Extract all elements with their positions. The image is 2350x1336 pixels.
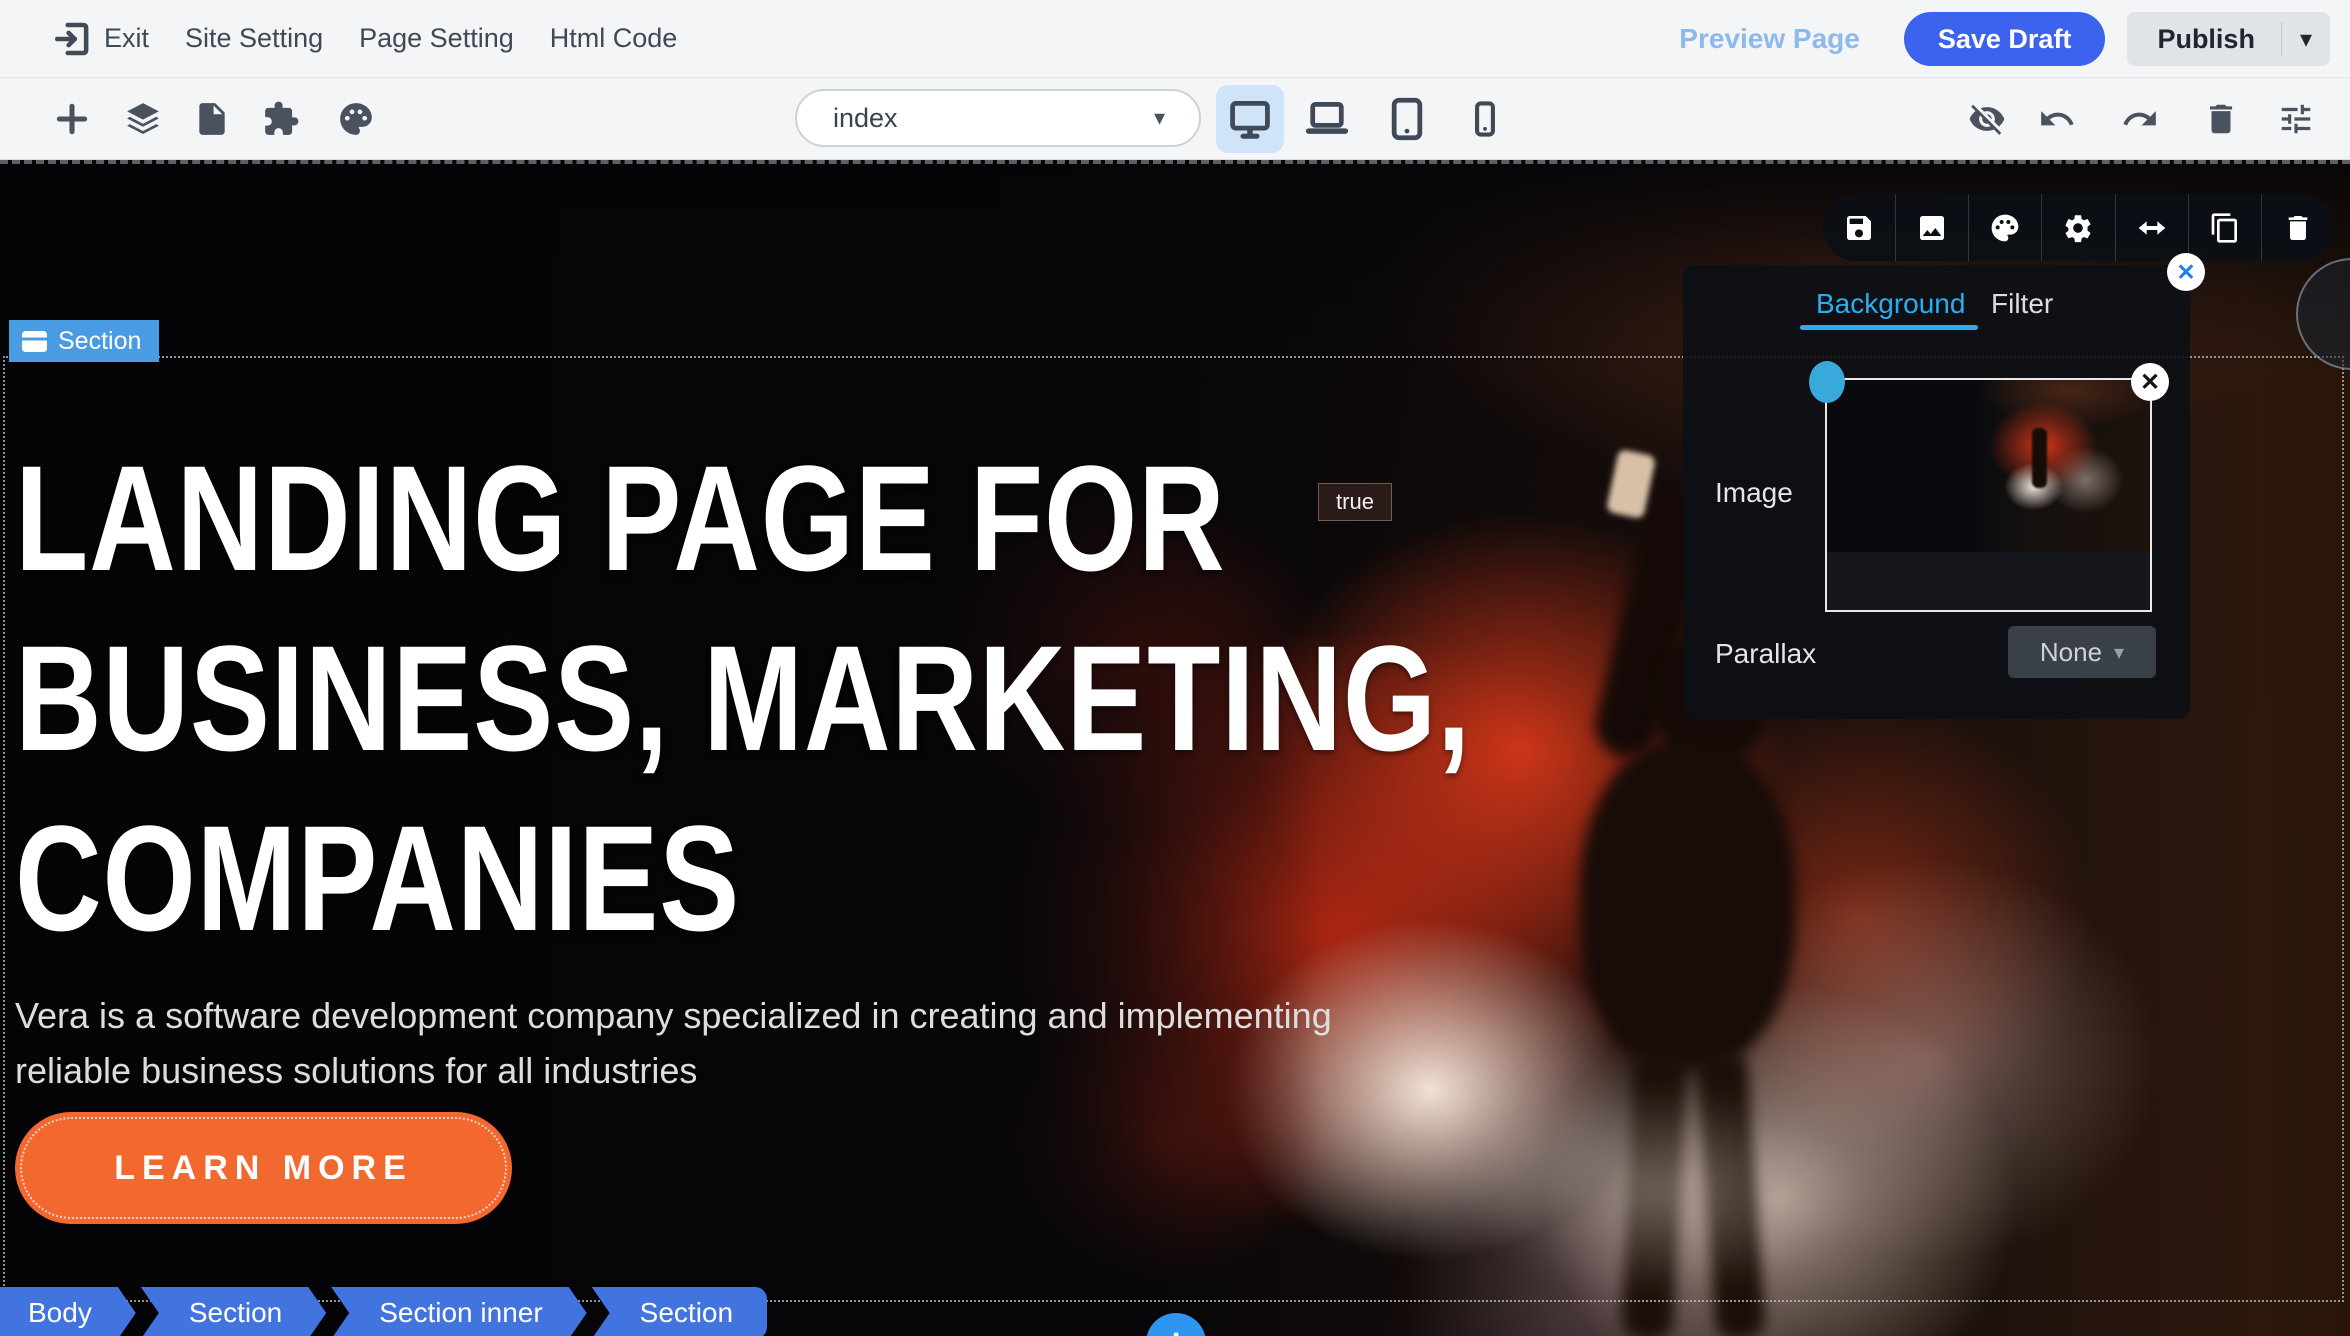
thumbnail-remove-button[interactable]: ✕ — [2131, 363, 2169, 401]
section-settings-button[interactable] — [2041, 194, 2114, 261]
save-icon — [1843, 212, 1875, 244]
palette-icon — [1989, 212, 2021, 244]
publish-caret-icon[interactable]: ▾ — [2282, 25, 2330, 54]
tooltip: true — [1318, 483, 1392, 521]
settings-sliders-icon[interactable] — [2277, 100, 2315, 138]
undo-icon[interactable] — [2038, 100, 2076, 138]
duplicate-button[interactable] — [2188, 194, 2261, 261]
delete-icon[interactable] — [2202, 100, 2240, 138]
device-tablet-button[interactable] — [1373, 85, 1441, 153]
top-toolbar: Exit Site Setting Page Setting Html Code… — [0, 0, 2350, 78]
section-badge-label: Section — [58, 327, 141, 356]
parallax-select[interactable]: None ▾ — [2008, 626, 2156, 678]
panel-close-button[interactable]: ✕ — [2167, 253, 2205, 291]
hero-description[interactable]: Vera is a software development company s… — [15, 988, 1485, 1098]
style-palette-button[interactable] — [1968, 194, 2041, 261]
thumbnail-preview — [1827, 380, 2150, 552]
save-block-button[interactable] — [1823, 194, 1895, 261]
hero-heading[interactable]: LANDING PAGE FOR BUSINESS, MARKETING, CO… — [15, 428, 1471, 968]
editor-toolbar: index ▾ — [0, 78, 2350, 160]
section-icon — [21, 330, 48, 353]
image-icon — [1916, 212, 1948, 244]
preview-page-link[interactable]: Preview Page — [1679, 23, 1860, 55]
layers-icon[interactable] — [124, 100, 162, 138]
caret-down-icon: ▾ — [1154, 105, 1165, 131]
image-label: Image — [1715, 477, 1793, 509]
resize-width-button[interactable] — [2115, 194, 2188, 261]
breadcrumb-item-section-2[interactable]: Section — [592, 1287, 767, 1336]
breadcrumb-item-section[interactable]: Section — [141, 1287, 326, 1336]
gear-icon — [2062, 212, 2094, 244]
trash-icon — [2282, 212, 2314, 244]
top-toolbar-right: Preview Page Save Draft Publish ▾ — [1679, 0, 2330, 78]
page-setting-button[interactable]: Page Setting — [359, 23, 514, 54]
background-image-thumbnail[interactable]: ✕ — [1825, 378, 2152, 612]
arrows-horizontal-icon — [2136, 212, 2168, 244]
section-badge[interactable]: Section — [9, 320, 159, 362]
copy-icon — [2209, 212, 2241, 244]
publish-button[interactable]: Publish — [2127, 24, 2281, 55]
background-panel: Background Filter Image ✕ Parallax None … — [1683, 265, 2190, 719]
figure-torso — [1580, 740, 1795, 1070]
breadcrumb-item-section-inner[interactable]: Section inner — [331, 1287, 586, 1336]
theme-palette-icon[interactable] — [337, 100, 375, 138]
delete-section-button[interactable] — [2261, 194, 2334, 261]
exit-button[interactable]: Exit — [104, 23, 149, 54]
editor-canvas: Section LANDING PAGE FOR BUSINESS, MARKE… — [0, 160, 2350, 1336]
remove-x-icon: ✕ — [2140, 368, 2160, 397]
learn-more-button[interactable]: LEARN MORE — [15, 1112, 512, 1224]
hidden-elements-eye-off-icon[interactable] — [1968, 100, 2006, 138]
body-outline-dash — [0, 160, 2350, 164]
redo-icon[interactable] — [2121, 100, 2159, 138]
plus-icon: + — [1164, 1321, 1187, 1336]
parallax-label: Parallax — [1715, 638, 1816, 670]
breadcrumb: Body Section Section inner Section — [0, 1287, 767, 1336]
parallax-value: None — [2040, 637, 2102, 668]
page-select-value: index — [833, 103, 898, 134]
tab-filter[interactable]: Filter — [1991, 288, 2053, 320]
exit-icon[interactable] — [52, 18, 94, 60]
device-mobile-button[interactable] — [1451, 85, 1519, 153]
page-icon[interactable] — [193, 100, 231, 138]
tab-background[interactable]: Background — [1816, 288, 1965, 320]
blocks-puzzle-icon[interactable] — [262, 100, 300, 138]
save-draft-button[interactable]: Save Draft — [1904, 12, 2106, 66]
section-toolbar — [1823, 194, 2334, 261]
device-desktop-button[interactable] — [1216, 85, 1284, 153]
page-select[interactable]: index ▾ — [795, 89, 1201, 147]
device-laptop-button[interactable] — [1293, 85, 1361, 153]
breadcrumb-item-body[interactable]: Body — [0, 1287, 136, 1336]
active-tab-underline — [1800, 325, 1978, 330]
learn-more-label: LEARN MORE — [114, 1149, 413, 1187]
close-x-icon: ✕ — [2176, 259, 2195, 286]
site-setting-button[interactable]: Site Setting — [185, 23, 323, 54]
publish-button-group: Publish ▾ — [2127, 12, 2330, 66]
background-image-button[interactable] — [1895, 194, 1968, 261]
thumbnail-drag-handle[interactable] — [1809, 361, 1845, 403]
thumbnail-figure — [2032, 428, 2047, 488]
caret-down-icon: ▾ — [2114, 640, 2124, 665]
add-element-icon[interactable] — [53, 100, 91, 138]
top-toolbar-left: Exit Site Setting Page Setting Html Code — [52, 18, 713, 60]
html-code-button[interactable]: Html Code — [550, 23, 678, 54]
